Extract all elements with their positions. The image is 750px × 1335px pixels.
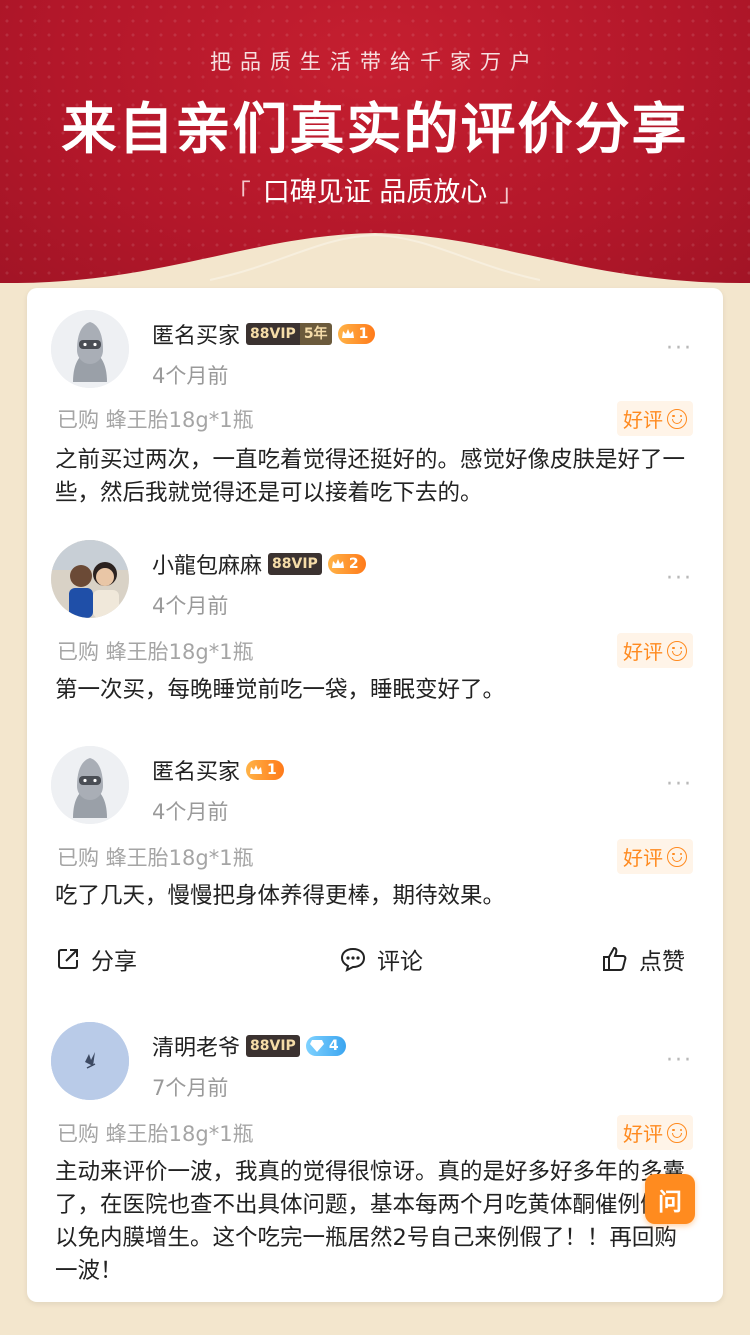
vip-label: 88VIP [246,1035,300,1057]
share-button[interactable]: 分享 [55,942,137,976]
purchase-info: 已购 蜂王胎18g*1瓶 [57,640,254,664]
avatar[interactable] [51,1022,129,1100]
review-time: 4个月前 [152,800,229,824]
level-number: 2 [348,556,359,572]
more-options-icon[interactable]: ··· [666,772,693,797]
rating-label: 好评 [623,640,663,664]
slogan: 把品质生活带给千家万户 [210,50,540,74]
more-options-icon[interactable]: ··· [666,1048,693,1073]
rating-badge: 好评 [617,839,693,874]
level-badge: 1 [337,324,376,344]
smile-icon [667,408,687,429]
smile-icon [667,640,687,661]
more-options-icon[interactable]: ··· [666,336,693,361]
avatar[interactable] [51,310,129,388]
crown-icon [331,559,344,568]
level-number: 4 [328,1038,339,1054]
action-bar: 分享 评论 点赞 [27,928,723,988]
comment-icon [340,947,366,972]
crown-icon [341,329,354,338]
ask-question-button[interactable]: 问 [645,1174,695,1224]
bracket-left: 「 [226,179,251,207]
crown-icon [250,765,263,774]
review-time: 4个月前 [152,364,229,388]
username[interactable]: 清明老爷 88VIP 4 [152,1030,346,1062]
page-title: 来自亲们真实的评价分享 [61,97,689,161]
diamond-level-badge: 4 [305,1036,346,1056]
rating-badge: 好评 [617,1115,693,1150]
level-number: 1 [358,326,369,342]
more-options-icon[interactable]: ··· [666,566,693,591]
rating-label: 好评 [623,1122,663,1146]
anonymous-avatar-icon [51,310,129,388]
vip-badge: 88VIP 5年 [246,323,332,345]
username-text: 匿名买家 [152,324,241,349]
level-number: 1 [267,762,277,778]
review-time: 4个月前 [152,594,229,618]
avatar[interactable] [51,746,129,824]
header-banner: 把品质生活带给千家万户 来自亲们真实的评价分享 「口碑见证 品质放心」 [0,0,750,300]
smile-icon [667,1122,687,1143]
anonymous-avatar-icon [51,746,129,824]
comment-label: 评论 [377,949,423,975]
review-time: 7个月前 [152,1076,229,1100]
vip-badge: 88VIP [268,553,322,575]
vip-label: 88VIP [268,553,322,575]
username-text: 匿名买家 [152,760,241,785]
vip-years: 5年 [299,323,332,345]
review-content: 主动来评价一波，我真的觉得很惊讶。真的是好多好多年的多囊了，在医院也查不出具体问… [55,1159,686,1284]
rating-label: 好评 [623,846,663,870]
reviews-card: 匿名买家 88VIP 5年 1 4个月前 ··· 已购 蜂王胎18g*1瓶 好评 … [27,288,723,1302]
bracket-right: 」 [499,179,524,207]
level-badge: 1 [246,760,284,780]
username[interactable]: 小龍包麻麻 88VIP 2 [152,548,366,580]
review-content: 之前买过两次，一直吃着觉得还挺好的。感觉好像皮肤是好了一些，然后我就觉得还是可以… [55,447,686,506]
like-label: 点赞 [639,949,685,975]
rating-badge: 好评 [617,633,693,668]
user-avatar-icon [51,1022,129,1100]
review-content: 吃了几天，慢慢把身体养得更棒，期待效果。 [55,883,506,909]
subtitle-text: 口碑见证 品质放心 [262,177,488,208]
vip-badge: 88VIP [246,1035,300,1057]
share-icon [58,949,78,969]
avatar[interactable] [51,540,129,618]
username-text: 清明老爷 [152,1036,241,1061]
purchase-info: 已购 蜂王胎18g*1瓶 [57,846,254,870]
subtitle: 「口碑见证 品质放心」 [0,170,750,209]
review-content: 第一次买，每晚睡觉前吃一袋，睡眠变好了。 [55,677,506,703]
comment-button[interactable]: 评论 [339,942,423,976]
rating-label: 好评 [623,408,663,432]
purchase-info: 已购 蜂王胎18g*1瓶 [57,408,254,432]
vip-label: 88VIP [246,323,300,345]
username[interactable]: 匿名买家 88VIP 5年 1 [152,318,376,350]
rating-badge: 好评 [617,401,693,436]
username[interactable]: 匿名买家 1 [152,754,284,786]
level-badge: 2 [327,554,366,574]
thumbs-up-icon [603,946,627,971]
diamond-icon [309,1040,324,1052]
like-button[interactable]: 点赞 [601,942,685,976]
user-photo-avatar [51,540,129,618]
username-text: 小龍包麻麻 [152,554,263,579]
smile-icon [667,846,687,867]
purchase-info: 已购 蜂王胎18g*1瓶 [57,1122,254,1146]
share-label: 分享 [91,949,137,975]
